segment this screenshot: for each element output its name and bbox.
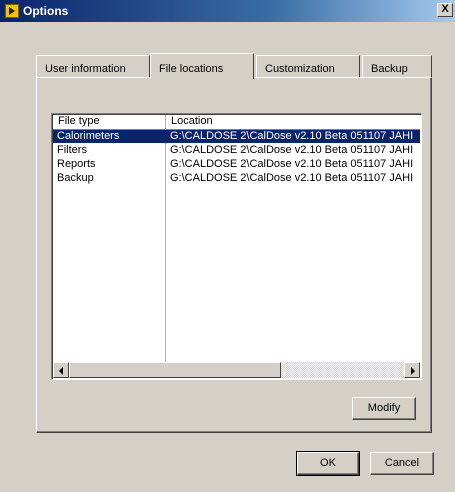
horizontal-scrollbar[interactable] — [53, 362, 420, 378]
modify-button-label: Modify — [367, 402, 401, 414]
row-location: G:\CALDOSE 2\CalDose v2.10 Beta 051107 J… — [170, 158, 414, 170]
window-title: Options — [23, 4, 69, 18]
tab-label: File locations — [159, 63, 224, 75]
modify-button[interactable]: Modify — [352, 397, 416, 420]
tab-user-information[interactable]: User information — [36, 55, 150, 77]
arrow-left-icon — [59, 367, 63, 375]
row-location: G:\CALDOSE 2\CalDose v2.10 Beta 051107 J… — [170, 172, 414, 184]
arrow-right-icon — [411, 367, 415, 375]
list-header: File type Location — [53, 115, 420, 130]
tab-label: Backup — [371, 63, 408, 75]
row-file-type: Calorimeters — [57, 130, 120, 142]
tab-file-locations[interactable]: File locations — [150, 53, 254, 79]
row-file-type: Backup — [57, 172, 94, 184]
close-button[interactable]: X — [437, 3, 453, 17]
file-locations-list[interactable]: File type Location Calorimeters G:\CALDO… — [51, 113, 422, 380]
cancel-button[interactable]: Cancel — [370, 452, 434, 475]
ok-button-label: OK — [320, 457, 336, 469]
table-row[interactable]: Calorimeters G:\CALDOSE 2\CalDose v2.10 … — [53, 130, 420, 143]
scrollbar-thumb[interactable] — [69, 362, 281, 378]
row-file-type: Filters — [57, 144, 87, 156]
tab-label: User information — [45, 63, 126, 75]
scroll-right-button[interactable] — [404, 362, 420, 378]
ok-button[interactable]: OK — [296, 451, 360, 476]
row-location: G:\CALDOSE 2\CalDose v2.10 Beta 051107 J… — [170, 144, 414, 156]
column-header-location[interactable]: Location — [171, 115, 213, 128]
column-header-file-type[interactable]: File type — [58, 115, 100, 128]
tab-backup[interactable]: Backup — [362, 55, 432, 77]
cancel-button-label: Cancel — [384, 457, 420, 469]
tab-customization[interactable]: Customization — [256, 55, 360, 77]
row-file-type: Reports — [57, 158, 96, 170]
scroll-left-button[interactable] — [53, 362, 69, 378]
column-divider[interactable] — [165, 115, 166, 365]
app-icon — [5, 4, 19, 18]
row-location: G:\CALDOSE 2\CalDose v2.10 Beta 051107 J… — [170, 130, 414, 142]
tab-label: Customization — [265, 63, 335, 75]
title-bar: Options X — [0, 0, 455, 22]
